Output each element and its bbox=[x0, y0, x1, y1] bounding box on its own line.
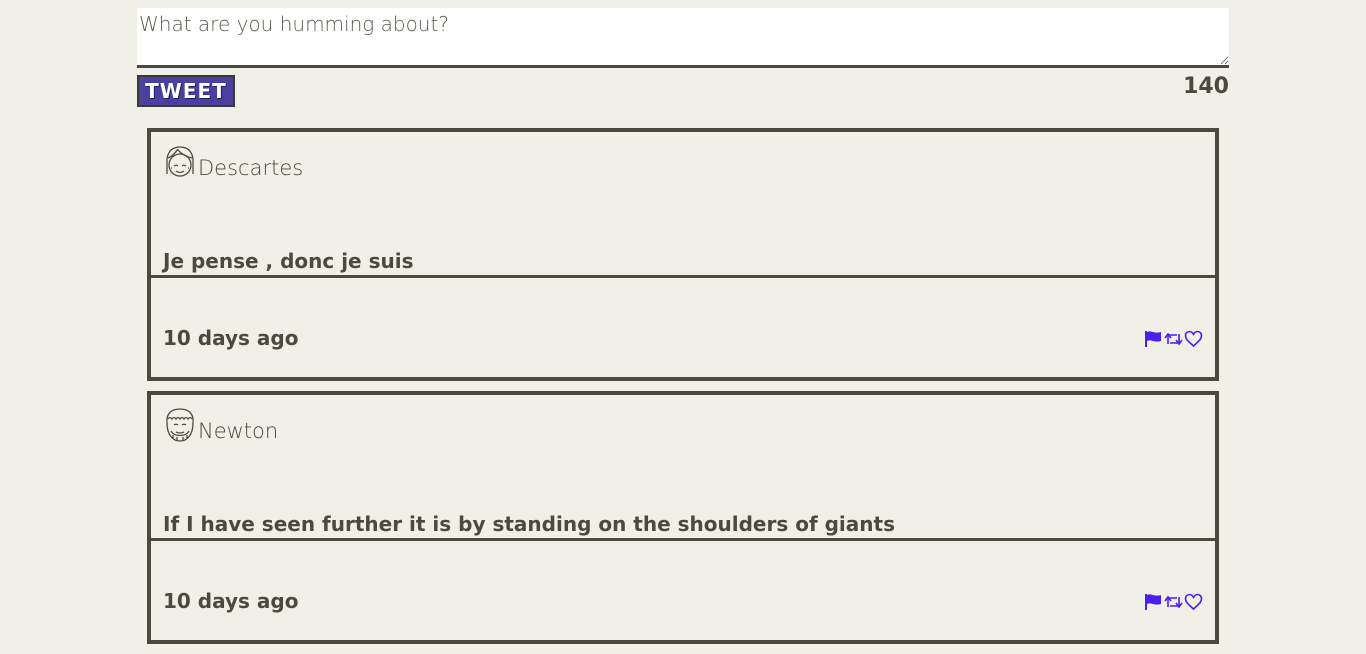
tweet-timestamp: 10 days ago bbox=[163, 589, 299, 613]
tweet-input[interactable] bbox=[137, 8, 1229, 68]
author-row: Descartes bbox=[163, 144, 303, 180]
tweet-footer: 10 days ago bbox=[151, 541, 1215, 640]
tweet-actions bbox=[1144, 330, 1203, 348]
tweet-feed: Descartes Je pense , donc je suis 10 day… bbox=[147, 128, 1219, 654]
tweet-actions bbox=[1144, 593, 1203, 611]
tweet-button[interactable]: TWEET bbox=[137, 75, 235, 107]
character-counter: 140 bbox=[1183, 74, 1229, 99]
tweet-text: If I have seen further it is by standing… bbox=[163, 512, 895, 536]
tweet-card: Newton If I have seen further it is by s… bbox=[147, 391, 1219, 644]
retweet-icon[interactable] bbox=[1164, 593, 1183, 611]
tweet-timestamp: 10 days ago bbox=[163, 326, 299, 350]
author-name[interactable]: Newton bbox=[198, 421, 278, 443]
bearded-face-icon bbox=[166, 408, 194, 442]
tweet-body: Descartes Je pense , donc je suis bbox=[151, 132, 1215, 278]
tweet-body: Newton If I have seen further it is by s… bbox=[151, 395, 1215, 541]
girl-face-icon bbox=[166, 146, 194, 177]
composer-controls: TWEET 140 bbox=[137, 68, 1229, 108]
tweet-composer: TWEET 140 bbox=[137, 8, 1229, 108]
heart-icon[interactable] bbox=[1184, 593, 1203, 611]
flag-icon[interactable] bbox=[1144, 593, 1163, 611]
retweet-icon[interactable] bbox=[1164, 330, 1183, 348]
author-row: Newton bbox=[163, 407, 278, 443]
tweet-card: Descartes Je pense , donc je suis 10 day… bbox=[147, 128, 1219, 381]
tweet-footer: 10 days ago bbox=[151, 278, 1215, 377]
flag-icon[interactable] bbox=[1144, 330, 1163, 348]
heart-icon[interactable] bbox=[1184, 330, 1203, 348]
tweet-text: Je pense , donc je suis bbox=[163, 249, 414, 273]
author-name[interactable]: Descartes bbox=[198, 158, 303, 180]
